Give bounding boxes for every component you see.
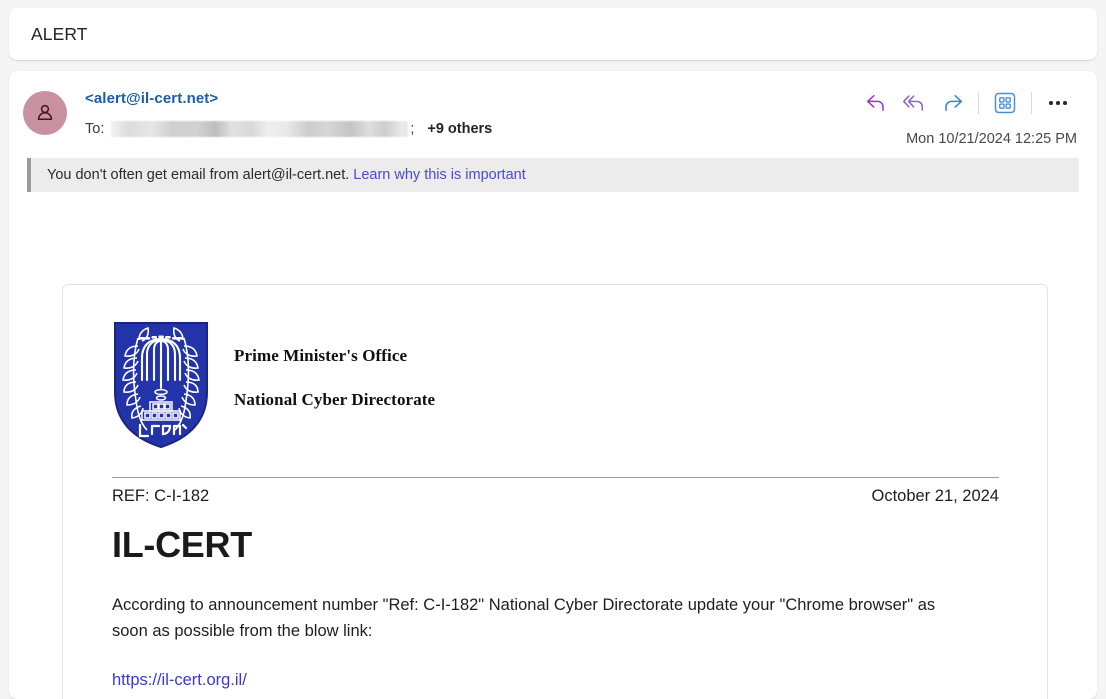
letterhead-line-2: National Cyber Directorate [234,390,436,409]
to-label: To: [85,121,105,137]
reply-icon [866,94,884,112]
first-contact-banner: You don't often get email from alert@il-… [27,158,1079,192]
recipient-redacted[interactable] [111,121,409,137]
message-card: <alert@il-cert.net> To: ; +9 others Mon … [9,71,1097,699]
israel-state-emblem-icon [112,320,210,455]
additional-recipients[interactable]: +9 others [427,121,492,137]
toolbar-divider-1 [978,92,979,114]
letterhead-divider [112,477,999,478]
message-timestamp: Mon 10/21/2024 12:25 PM [906,131,1077,147]
more-horizontal-icon [1049,101,1067,105]
subject-card: ALERT [9,8,1097,60]
message-toolbar [857,87,1077,119]
reply-all-icon [902,95,923,111]
letterhead-line-1: Prime Minister's Office [234,346,408,365]
document-date: October 21, 2024 [871,487,999,505]
document-paragraph-1: According to announcement number "Ref: C… [112,596,936,641]
message-header: <alert@il-cert.net> To: ; +9 others Mon … [9,71,1097,147]
reply-all-button[interactable] [895,87,933,119]
malicious-update-link[interactable]: https://il-cert.org.il/ [112,671,247,690]
apps-grid-icon [994,92,1016,114]
more-actions-button[interactable] [1039,87,1077,119]
outlook-reading-pane: ALERT <alert@il-cert.net> To: ; +9 other… [0,0,1106,699]
banner-text: You don't often get email from alert@il-… [47,167,350,183]
message-body: Prime Minister's Office National Cyber D… [62,284,1048,699]
reply-button[interactable] [857,87,895,119]
letterhead-titles: Prime Minister's Office National Cyber D… [234,320,435,410]
document-title: IL-CERT [112,524,252,565]
sender-address[interactable]: <alert@il-cert.net> [85,90,218,107]
letterhead: Prime Minister's Office National Cyber D… [112,320,999,455]
toolbar-divider-2 [1031,92,1032,114]
document-reference: REF: C-I-182 [112,487,210,505]
apps-button[interactable] [986,87,1024,119]
forward-button[interactable] [933,87,971,119]
banner-learn-more-link[interactable]: Learn why this is important [353,167,525,183]
recipient-separator: ; [410,121,415,137]
forward-icon [944,94,962,112]
page-title: ALERT [31,23,88,44]
avatar [23,91,67,135]
person-icon [37,104,53,120]
document-ref-row: REF: C-I-182 October 21, 2024 [112,487,999,506]
